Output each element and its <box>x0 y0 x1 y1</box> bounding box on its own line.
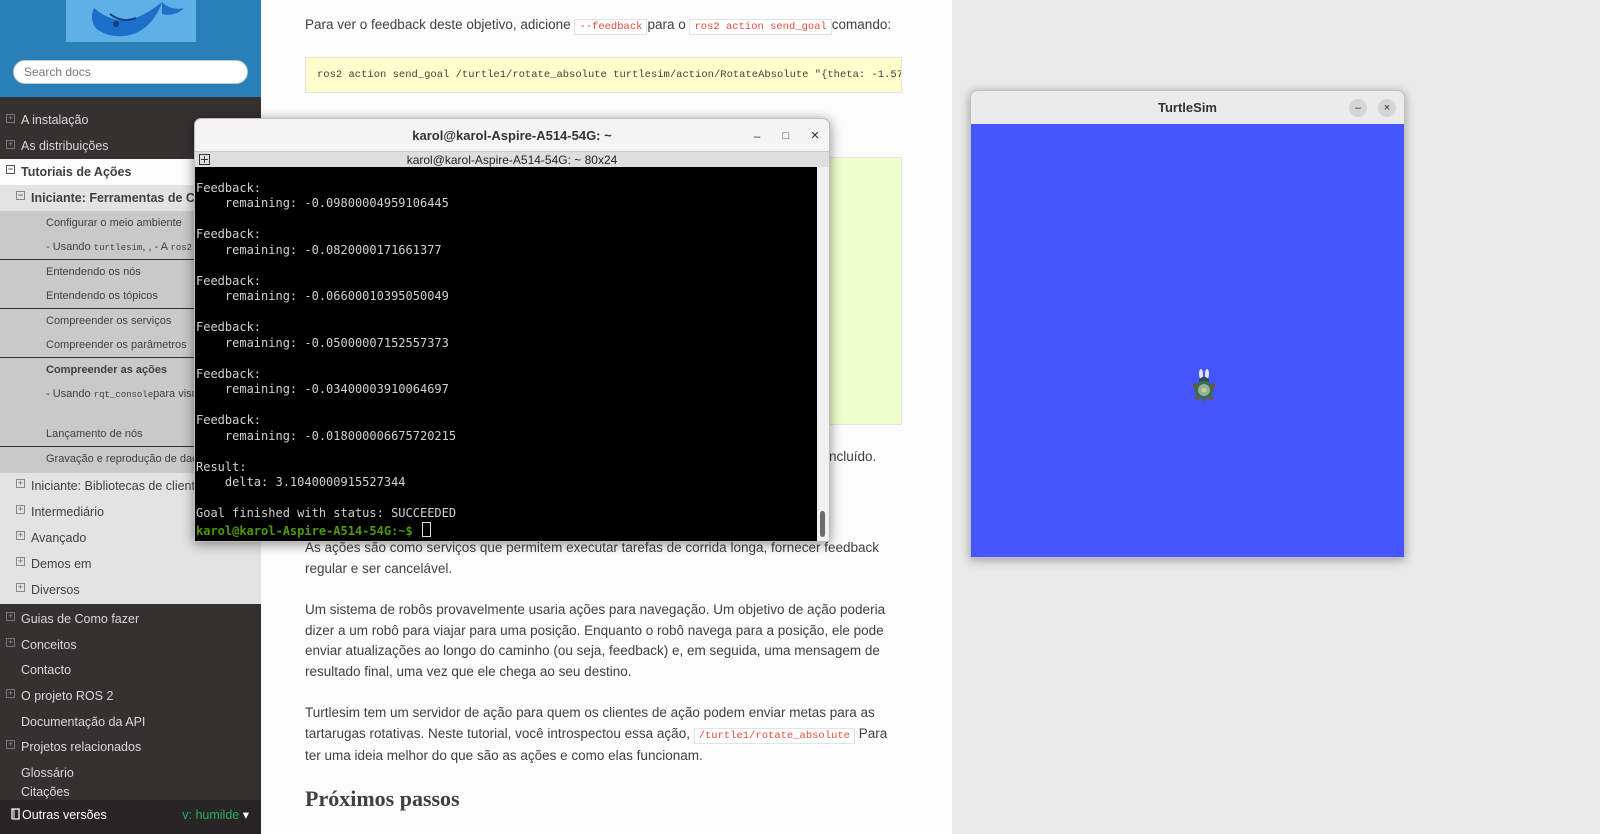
nav-label-code: ros2 <box>170 243 193 253</box>
command-code-block[interactable]: ros2 action send_goal /turtle1/rotate_ab… <box>305 57 902 93</box>
expand-icon[interactable]: + <box>16 505 25 514</box>
summary-paragraph-2: Um sistema de robôs provavelmente usaria… <box>305 602 886 679</box>
nav-label: Projetos relacionados <box>21 740 142 754</box>
expand-icon[interactable]: + <box>6 114 15 123</box>
collapse-icon[interactable]: − <box>6 165 15 174</box>
terminal-output: Feedback: remaining: -0.0980000495910644… <box>195 181 456 540</box>
minimize-button[interactable]: – <box>748 127 766 145</box>
nav-label: As distribuições <box>21 139 109 153</box>
nav-label: Compreender os parâmetros <box>46 339 187 351</box>
nav-label: Entendendo os nós <box>46 266 141 278</box>
close-button[interactable]: × <box>806 127 824 145</box>
ros-logo[interactable] <box>66 0 196 42</box>
minimize-button[interactable]: – <box>1349 99 1367 117</box>
nav-label: Guias de Como fazer <box>21 612 140 626</box>
expand-icon[interactable]: + <box>6 689 15 698</box>
terminal-cursor <box>421 521 431 537</box>
nav-label: Iniciante: Ferramentas de CLI <box>31 191 207 205</box>
nav-concepts[interactable]: + Conceitos <box>0 632 261 658</box>
summary-paragraph-1: As ações são como serviços que permitem … <box>305 540 880 576</box>
expand-icon[interactable]: + <box>6 638 15 647</box>
nav-label: Demos em <box>31 557 92 571</box>
nav-label: A instalação <box>21 113 89 127</box>
nav-label: Entendendo os tópicos <box>46 290 158 302</box>
nav-label-text: , , - A <box>142 241 171 253</box>
current-version: v: humilde ▾ <box>182 800 249 830</box>
expand-icon[interactable]: + <box>16 479 25 488</box>
close-button[interactable]: × <box>1378 99 1396 117</box>
nav-label: Avançado <box>31 531 87 545</box>
nav-label: Compreender os serviços <box>46 315 172 327</box>
next-steps-heading: Próximos passos <box>305 786 460 811</box>
text: Para ver o feedback deste objetivo, adic… <box>305 17 575 32</box>
partial-text: ncluído. <box>829 449 877 464</box>
turtlesim-window[interactable]: TurtleSim – × <box>970 90 1405 558</box>
turtle-icon <box>1192 368 1216 402</box>
feedback-paragraph: Para ver o feedback deste objetivo, adic… <box>305 15 900 38</box>
nav-miscellaneous[interactable]: + Diversos <box>0 577 261 604</box>
nav-label: Iniciante: Bibliotecas de cliente <box>31 479 202 493</box>
maximize-button[interactable]: □ <box>777 127 795 145</box>
terminal-window[interactable]: karol@karol-Aspire-A514-54G: ~ – □ × kar… <box>194 118 830 542</box>
nav-label: O projeto ROS 2 <box>21 689 114 703</box>
search-docs-input[interactable] <box>13 60 248 84</box>
nav-label: Lançamento de nós <box>46 428 143 440</box>
expand-icon[interactable]: + <box>6 140 15 149</box>
caret-down-icon: ▾ <box>242 808 249 822</box>
inline-code: ros2 action send_goal <box>689 19 832 35</box>
turtlesim-canvas <box>971 124 1404 557</box>
terminal-prompt: karol@karol-Aspire-A514-54G:~$ <box>196 523 420 538</box>
expand-icon[interactable]: + <box>6 612 15 621</box>
nav-related-projects[interactable]: + Projetos relacionados <box>0 734 261 760</box>
nav-label-text: - Usando <box>46 388 94 400</box>
nav-api-docs[interactable]: Documentação da API <box>0 709 261 735</box>
sidebar-header <box>0 0 261 97</box>
expand-icon[interactable]: + <box>16 557 25 566</box>
terminal-output-area[interactable]: Feedback: remaining: -0.0980000495910644… <box>195 167 817 541</box>
nav-label: Compreender as ações <box>46 364 168 376</box>
nav-label: Documentação da API <box>21 715 146 729</box>
versions-menu[interactable]: Outras versões v: humilde ▾ <box>0 800 261 834</box>
terminal-output-text: Feedback: remaining: -0.0980000495910644… <box>196 180 457 521</box>
nav-label-code: turtlesim <box>93 243 143 253</box>
terminal-subtitle: karol@karol-Aspire-A514-54G: ~ 80x24 <box>406 153 618 167</box>
expand-icon[interactable]: + <box>16 531 25 540</box>
nav-contact[interactable]: Contacto <box>0 657 261 683</box>
nav-label-text: - Usando <box>46 241 94 253</box>
nav-label: - Usando turtlesim, , - A ros2 <box>46 235 192 259</box>
summary-paragraph-3: Turtlesim tem um servidor de ação para q… <box>305 703 900 767</box>
nav-ros2-project[interactable]: + O projeto ROS 2 <box>0 683 261 709</box>
inline-code: /turtle1/rotate_absolute <box>693 727 855 744</box>
nav-label: Diversos <box>31 583 80 597</box>
nav-label-code: rqt_console <box>93 390 154 400</box>
text: para o <box>647 17 690 32</box>
nav-label: Conceitos <box>21 638 77 652</box>
nav-label: Intermediário <box>31 505 104 519</box>
versions-label: Outras versões <box>22 808 107 822</box>
terminal-scrollbar[interactable] <box>817 167 829 541</box>
nav-label: Gravação e reprodução de dados <box>46 453 210 465</box>
nav-how-to-guides[interactable]: + Guias de Como fazer <box>0 606 261 632</box>
book-icon <box>11 800 21 830</box>
terminal-title: karol@karol-Aspire-A514-54G: ~ <box>412 128 612 143</box>
terminal-tab-bar: karol@karol-Aspire-A514-54G: ~ 80x24 <box>195 151 829 168</box>
nav-label: Tutoriais de Ações <box>21 165 132 179</box>
version-text: v: humilde <box>182 808 240 822</box>
nav-label: Contacto <box>21 663 72 677</box>
scrollbar-thumb[interactable] <box>820 511 825 537</box>
nav-demos[interactable]: + Demos em <box>0 551 261 577</box>
nav-label: Configurar o meio ambiente <box>46 217 182 229</box>
text: comando: <box>831 17 892 32</box>
expand-icon[interactable]: + <box>16 583 25 592</box>
inline-code: --feedback <box>574 19 648 35</box>
collapse-icon[interactable]: − <box>16 191 25 200</box>
turtlesim-title: TurtleSim <box>1158 100 1217 115</box>
terminal-tab-icon[interactable] <box>199 154 210 165</box>
expand-icon[interactable]: + <box>6 740 15 749</box>
